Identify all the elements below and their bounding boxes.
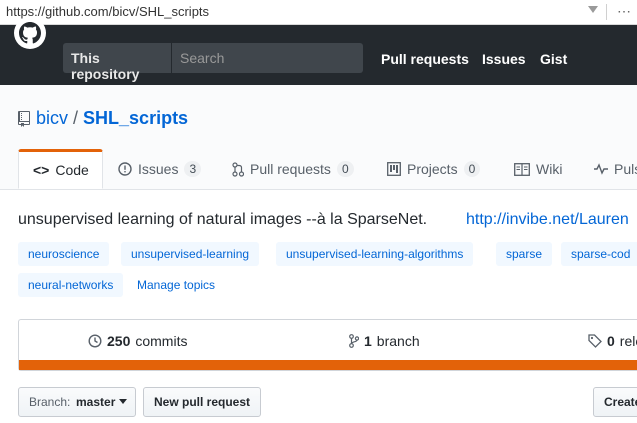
pulse-icon <box>594 163 608 175</box>
repo-name-link[interactable]: SHL_scripts <box>83 108 188 128</box>
caret-down-icon <box>119 399 127 404</box>
tab-wiki[interactable]: Wiki <box>500 150 580 188</box>
branch-select-button[interactable]: Branch: master <box>18 387 136 417</box>
topic-tag[interactable]: unsupervised-learning-algorithms <box>276 242 474 266</box>
branches-link[interactable]: 1 branch <box>349 333 420 349</box>
create-file-button[interactable]: Create <box>593 387 637 417</box>
tab-pulse[interactable]: Puls <box>580 150 637 188</box>
code-icon: <> <box>33 162 50 178</box>
projects-counter: 0 <box>463 161 481 177</box>
topic-tag[interactable]: sparse <box>496 242 553 266</box>
nav-gist[interactable]: Gist <box>540 51 567 67</box>
nav-pull-requests[interactable]: Pull requests <box>381 51 469 67</box>
history-icon <box>88 334 102 348</box>
pull-request-icon <box>232 161 244 177</box>
tab-pull-requests[interactable]: Pull requests 0 <box>218 150 368 188</box>
github-logo-icon[interactable] <box>14 17 46 49</box>
repo-title-separator: / <box>73 108 79 128</box>
search-scope-label: This repository <box>63 43 172 82</box>
repo-homepage-link[interactable]: http://invibe.net/Lauren <box>466 211 629 229</box>
language-bar[interactable] <box>19 360 637 370</box>
more-icon[interactable]: ⋯ <box>617 3 631 20</box>
new-pull-request-button[interactable]: New pull request <box>143 387 261 417</box>
repo-description: unsupervised learning of natural images … <box>18 211 428 228</box>
wiki-icon <box>514 162 530 176</box>
topic-tag[interactable]: neural-networks <box>18 273 124 297</box>
topic-tag[interactable]: unsupervised-learning <box>121 242 260 266</box>
project-icon <box>387 162 401 176</box>
manage-topics-link[interactable]: Manage topics <box>137 278 215 292</box>
repo-owner-link[interactable]: bicv <box>36 108 68 128</box>
tab-code[interactable]: <> Code <box>18 149 103 189</box>
repo-icon <box>18 111 30 132</box>
commits-link[interactable]: 250 commits <box>88 333 187 349</box>
search-input[interactable] <box>172 43 368 73</box>
nav-issues[interactable]: Issues <box>482 51 526 67</box>
tab-issues[interactable]: Issues 3 <box>104 150 214 188</box>
url-dropdown-icon[interactable] <box>588 6 598 13</box>
repo-title: bicv / SHL_scripts <box>36 108 188 129</box>
topic-tag[interactable]: neuroscience <box>18 242 110 266</box>
url-text[interactable]: https://github.com/bicv/SHL_scripts <box>6 4 209 19</box>
topic-tag[interactable]: sparse-cod <box>561 242 637 266</box>
tab-projects[interactable]: Projects 0 <box>373 150 493 188</box>
tag-icon <box>588 334 602 348</box>
url-divider <box>606 4 607 20</box>
branch-icon <box>349 334 359 348</box>
pull-requests-counter: 0 <box>336 161 354 177</box>
releases-link[interactable]: 0rele <box>588 333 637 349</box>
issue-icon <box>118 162 132 176</box>
issues-counter: 3 <box>184 161 202 177</box>
